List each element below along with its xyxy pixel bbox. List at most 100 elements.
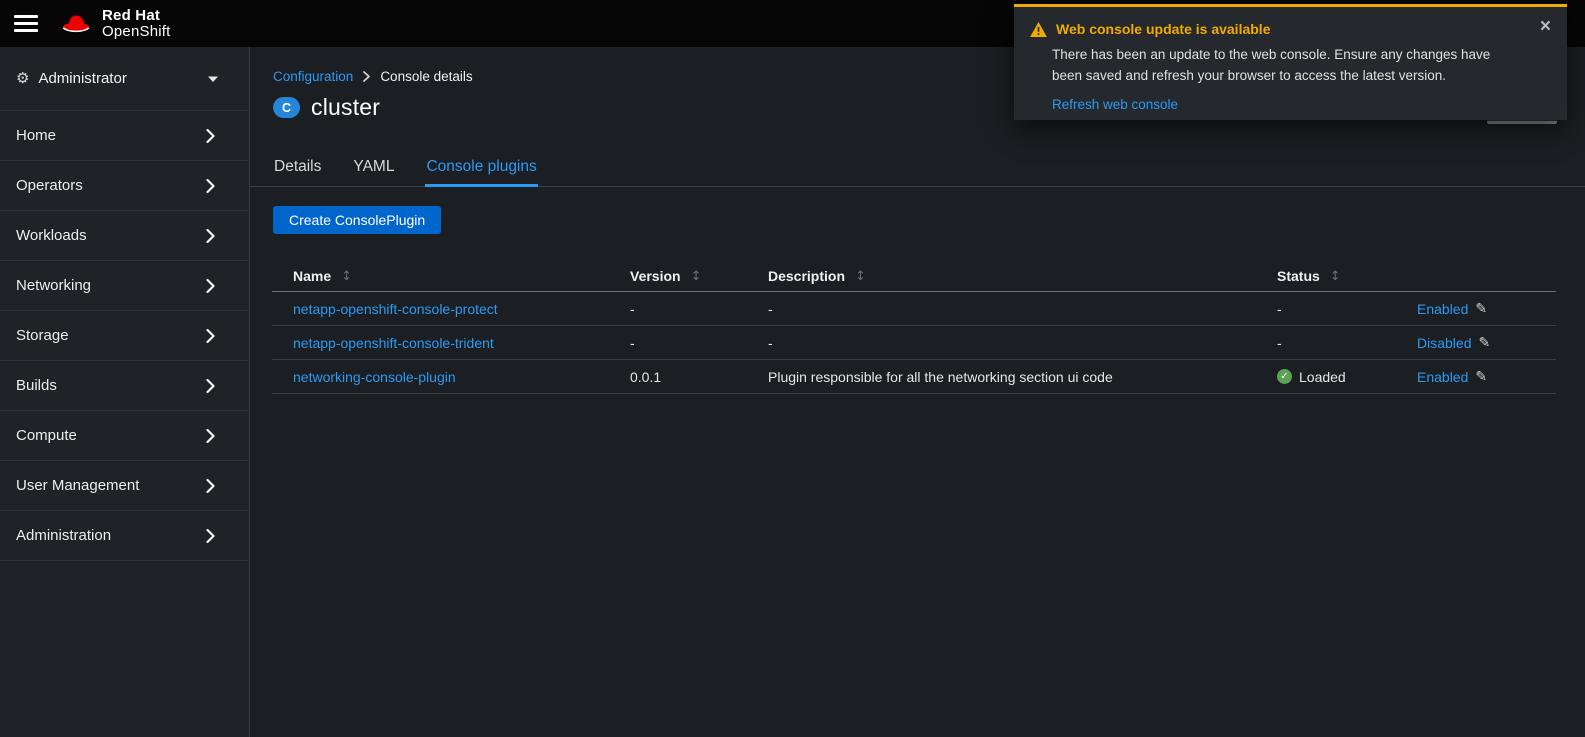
sidebar-item-builds[interactable]: Builds [0, 361, 249, 411]
resource-badge: C [273, 97, 300, 118]
plugin-description: - [768, 334, 773, 351]
sort-icon[interactable]: ↕ [691, 269, 702, 284]
plugin-name-cell: netapp-openshift-console-protect [272, 301, 630, 317]
chevron-right-icon [206, 228, 215, 243]
table-row: netapp-openshift-console-protect - - - E… [272, 292, 1556, 326]
brand-text: Red Hat OpenShift [102, 6, 171, 40]
plugin-status: - [1277, 334, 1282, 351]
sidebar-item-label: Operators [16, 177, 83, 194]
nav-toggle-hamburger-icon[interactable] [14, 15, 38, 32]
column-header-name: Name ↕ [272, 268, 630, 284]
column-header-description: Description ↕ [768, 268, 1277, 284]
plugin-name-link[interactable]: netapp-openshift-console-protect [293, 301, 498, 317]
chevron-right-icon [206, 528, 215, 543]
plugin-toggle-link[interactable]: Disabled [1417, 335, 1471, 351]
plugin-name-cell: netapp-openshift-console-trident [272, 335, 630, 351]
sidebar-item-home[interactable]: Home [0, 111, 249, 161]
redhat-fedora-icon [62, 14, 90, 32]
plugin-description: Plugin responsible for all the networkin… [768, 368, 1113, 385]
sort-icon[interactable]: ↕ [855, 269, 866, 284]
plugin-version: - [630, 300, 635, 317]
plugin-name-link[interactable]: netapp-openshift-console-trident [293, 335, 494, 351]
plugin-name-cell: networking-console-plugin [272, 369, 630, 385]
sidebar-nav: ⚙ Administrator Home Operators Workloads… [0, 47, 250, 737]
chevron-right-icon [206, 428, 215, 443]
sidebar-item-label: Home [16, 127, 57, 144]
sidebar-item-workloads[interactable]: Workloads [0, 211, 249, 261]
toast-title: Web console update is available [1056, 21, 1271, 37]
plugin-toggle-cell: Disabled ✎ [1417, 335, 1556, 351]
chevron-right-icon [206, 378, 215, 393]
tab-yaml[interactable]: YAML [352, 149, 395, 187]
chevron-right-icon [206, 328, 215, 343]
breadcrumb-separator-icon [363, 71, 371, 82]
sidebar-item-administration[interactable]: Administration [0, 511, 249, 561]
sort-icon[interactable]: ↕ [341, 269, 352, 284]
console-plugins-table: Name ↕ Version ↕ Description ↕ Status ↕ … [272, 261, 1556, 394]
plugin-toggle-cell: Enabled ✎ [1417, 369, 1556, 385]
sort-icon[interactable]: ↕ [1330, 269, 1341, 284]
toast-header: Web console update is available [1030, 21, 1551, 37]
caret-down-icon [207, 70, 219, 88]
page-title-row: C cluster [273, 94, 380, 121]
pencil-edit-icon[interactable]: ✎ [1475, 369, 1487, 385]
breadcrumb-current: Console details [380, 69, 473, 84]
table-row: netapp-openshift-console-trident - - - D… [272, 326, 1556, 360]
sidebar-item-storage[interactable]: Storage [0, 311, 249, 361]
column-header-version: Version ↕ [630, 268, 768, 284]
sidebar-item-label: Compute [16, 427, 77, 444]
warning-triangle-icon [1030, 21, 1047, 37]
brand-line1: Red Hat [102, 6, 161, 24]
close-icon[interactable]: × [1540, 17, 1551, 36]
brand-line2: OpenShift [102, 22, 171, 40]
column-header-label: Status [1277, 268, 1320, 284]
chevron-right-icon [206, 478, 215, 493]
plugin-name-link[interactable]: networking-console-plugin [293, 369, 456, 385]
create-consoleplugin-button[interactable]: Create ConsolePlugin [273, 206, 442, 234]
sidebar-item-label: Workloads [16, 227, 87, 244]
sidebar-item-operators[interactable]: Operators [0, 161, 249, 211]
sidebar-item-compute[interactable]: Compute [0, 411, 249, 461]
plugin-version: 0.0.1 [630, 368, 662, 385]
column-header-label: Name [293, 268, 332, 284]
sidebar-item-label: Storage [16, 327, 69, 344]
pencil-edit-icon[interactable]: ✎ [1475, 301, 1487, 317]
sidebar-item-label: Builds [16, 377, 57, 394]
table-header-row: Name ↕ Version ↕ Description ↕ Status ↕ [272, 261, 1556, 292]
breadcrumb: Configuration Console details [273, 69, 473, 84]
sidebar-item-user-management[interactable]: User Management [0, 461, 249, 511]
plugin-status: ✓ Loaded [1277, 369, 1417, 385]
plugin-status-label: Loaded [1299, 368, 1346, 385]
pencil-edit-icon[interactable]: ✎ [1478, 335, 1490, 351]
breadcrumb-configuration-link[interactable]: Configuration [273, 69, 353, 84]
column-header-status: Status ↕ [1277, 268, 1417, 284]
success-check-icon: ✓ [1277, 369, 1292, 384]
plugin-description: - [768, 300, 773, 317]
plugin-toggle-cell: Enabled ✎ [1417, 301, 1556, 317]
page-title: cluster [311, 94, 381, 120]
perspective-label: Administrator [38, 70, 127, 87]
chevron-right-icon [206, 278, 215, 293]
column-header-label: Version [630, 268, 681, 284]
main-content: Configuration Console details C cluster … [250, 47, 1585, 737]
tab-details[interactable]: Details [273, 149, 322, 187]
plugin-version: - [630, 334, 635, 351]
toast-body: There has been an update to the web cons… [1052, 47, 1491, 83]
sidebar-item-networking[interactable]: Networking [0, 261, 249, 311]
column-header-label: Description [768, 268, 846, 284]
cogs-icon: ⚙ [16, 70, 30, 87]
table-row: networking-console-plugin 0.0.1 Plugin r… [272, 360, 1556, 394]
tab-bar: Details YAML Console plugins [250, 149, 1585, 187]
update-notification-toast: Web console update is available × There … [1014, 4, 1567, 120]
sidebar-item-label: User Management [16, 477, 140, 494]
plugin-toggle-link[interactable]: Enabled [1417, 369, 1468, 385]
sidebar-item-label: Networking [16, 277, 92, 294]
sidebar-item-label: Administration [16, 527, 112, 544]
chevron-right-icon [206, 128, 215, 143]
brand-logo: Red Hat OpenShift [58, 6, 171, 40]
plugin-toggle-link[interactable]: Enabled [1417, 301, 1468, 317]
refresh-web-console-link[interactable]: Refresh web console [1052, 97, 1178, 112]
plugin-status: - [1277, 300, 1282, 317]
perspective-switcher[interactable]: ⚙ Administrator [0, 47, 249, 111]
tab-console-plugins[interactable]: Console plugins [425, 149, 538, 187]
